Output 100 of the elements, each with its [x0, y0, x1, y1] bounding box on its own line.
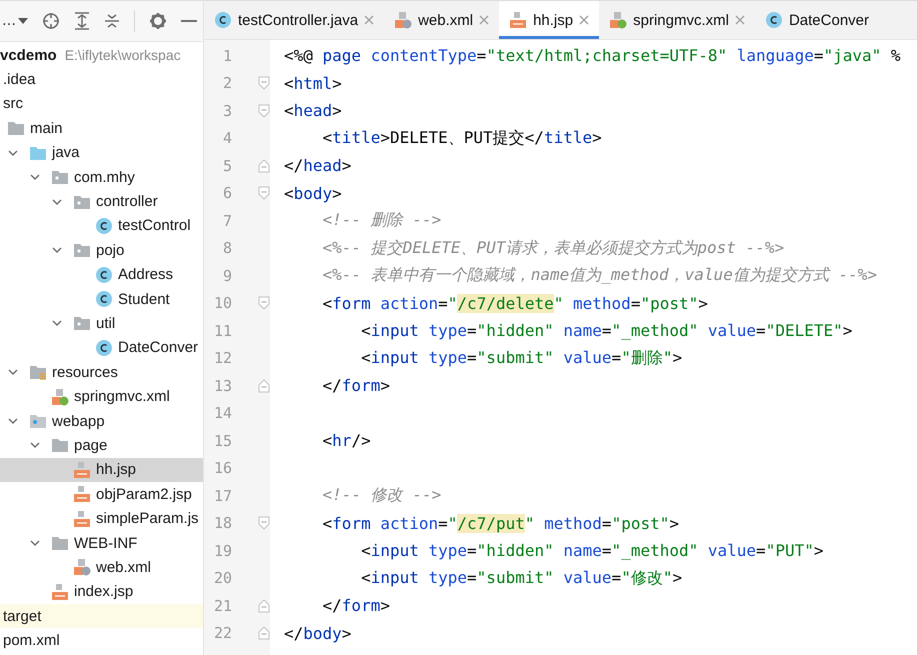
tree-row[interactable]: resources [0, 360, 203, 384]
tree-row[interactable]: DateConver [0, 336, 203, 360]
line-number: 19 [212, 542, 232, 560]
web-xml-icon [73, 558, 91, 576]
class-icon [214, 11, 232, 29]
tree-row[interactable]: hh.jsp [0, 458, 203, 482]
fold-marker-icon[interactable] [258, 598, 270, 613]
code-line: <hr/> [322, 431, 371, 450]
jsp-file-icon [509, 11, 528, 29]
line-number: 8 [222, 239, 232, 258]
tree-row[interactable]: springmvc.xml [0, 384, 203, 409]
jsp-file-icon [73, 460, 91, 479]
line-number: 16 [212, 459, 232, 478]
code-line: <head> [284, 101, 342, 120]
locate-icon[interactable] [42, 12, 60, 30]
web-folder-icon [29, 412, 47, 430]
web-xml-icon [394, 11, 412, 29]
class-icon [764, 11, 783, 29]
expand-all-icon[interactable] [74, 12, 90, 30]
tree-row[interactable]: com.mhy [0, 164, 203, 190]
line-number: 10 [212, 294, 232, 312]
code-line: <%-- 表单中有一个隐藏域，name值为_method，value值为提交方式 --%> [322, 265, 877, 286]
code-line: <input type="submit" value="删除"> [360, 348, 682, 369]
tree-row[interactable]: pojo [0, 238, 203, 263]
tree-row[interactable]: page [0, 433, 203, 458]
tree-row[interactable]: target [0, 604, 203, 628]
editor-tab[interactable]: DateConver [754, 1, 880, 39]
tree-row[interactable]: main [0, 116, 203, 141]
code-line: </form> [322, 376, 390, 396]
editor-tab[interactable]: hh.jsp [499, 1, 600, 39]
package-folder-icon [73, 241, 91, 260]
caret-icon[interactable] [18, 18, 28, 24]
fold-marker-icon[interactable] [258, 378, 270, 393]
line-number: 17 [212, 486, 232, 505]
tree-row[interactable]: controller [0, 189, 203, 214]
class-icon [95, 338, 113, 357]
fold-marker-icon[interactable] [258, 296, 270, 310]
line-number: 22 [212, 624, 232, 642]
line-number: 20 [212, 569, 232, 588]
folder-icon [51, 436, 69, 454]
editor-tab[interactable]: web.xml [384, 1, 500, 39]
fold-marker-icon[interactable] [258, 104, 270, 118]
code-line: <form action="/c7/put" method="post"> [322, 514, 679, 533]
resources-folder-icon [29, 363, 47, 382]
line-number: 14 [212, 404, 232, 422]
view-dropdown[interactable]: … [2, 13, 28, 29]
settings-icon[interactable] [149, 12, 167, 30]
tree-row[interactable]: objParam2.jsp [0, 482, 203, 506]
package-folder-icon [51, 168, 69, 186]
editor-tab[interactable]: testController.java [204, 1, 384, 39]
code-line: </body> [284, 624, 352, 643]
tree-row[interactable]: web.xml [0, 555, 203, 580]
line-number: 1 [222, 46, 232, 65]
folder-icon [7, 119, 25, 138]
tree-row[interactable]: .idea [0, 67, 203, 92]
tree-row[interactable]: util [0, 311, 203, 336]
jsp-file-icon [51, 582, 69, 601]
code-line: <!-- 修改 --> [322, 485, 442, 506]
code-line: </form> [322, 596, 390, 616]
code-line: <input type="hidden" name="_method" value="DELETE"> [360, 321, 852, 340]
tree-row[interactable]: java [0, 140, 203, 165]
tree-row[interactable]: Student [0, 286, 203, 312]
minimize-icon[interactable] [181, 19, 197, 23]
code-line: <html> [284, 74, 342, 93]
editor-tab[interactable]: springmvc.xml [599, 1, 755, 39]
line-number: 7 [222, 212, 232, 230]
fold-marker-icon[interactable] [258, 76, 270, 90]
folder-icon [51, 534, 69, 552]
tree-row[interactable]: vcdemo E:\iflytek\workspac [0, 43, 203, 68]
tree-row[interactable]: src [0, 92, 203, 116]
line-number: 15 [212, 432, 232, 450]
project-path: E:\iflytek\workspac [64, 47, 181, 64]
tree-row[interactable]: simpleParam.js [0, 506, 203, 531]
class-icon [95, 266, 113, 284]
tree-row[interactable]: index.jsp [0, 580, 203, 604]
close-icon[interactable] [579, 15, 590, 25]
line-number: 6 [222, 184, 232, 202]
fold-marker-icon[interactable] [258, 158, 270, 173]
code-line: <body> [284, 184, 342, 203]
code-line: <%-- 提交DELETE、PUT请求，表单必须提交方式为post --%> [322, 238, 784, 259]
fold-marker-icon[interactable] [258, 626, 270, 640]
code-line: <title>DELETE、PUT提交</title> [322, 128, 602, 149]
tree-row[interactable]: pom.xml [0, 628, 203, 653]
line-number: 9 [222, 266, 232, 285]
package-folder-icon [73, 314, 91, 332]
spring-xml-icon [609, 11, 628, 29]
fold-marker-icon[interactable] [258, 516, 270, 530]
line-number: 5 [222, 156, 232, 175]
class-icon [95, 216, 113, 235]
tree-row[interactable]: WEB-INF [0, 530, 203, 556]
code-line: <%@ page contentType="text/html;charset=UTF-8" language="java" % [284, 46, 901, 66]
collapse-all-icon[interactable] [104, 12, 120, 30]
tree-row[interactable]: Address [0, 262, 203, 287]
line-number: 11 [212, 322, 232, 340]
tree-row[interactable]: webapp [0, 408, 203, 434]
code-line: <input type="submit" value="修改"> [360, 568, 682, 589]
jsp-file-icon [73, 510, 91, 528]
line-number: 4 [222, 129, 232, 148]
fold-marker-icon[interactable] [258, 186, 270, 200]
tree-row[interactable]: testControl [0, 214, 203, 238]
